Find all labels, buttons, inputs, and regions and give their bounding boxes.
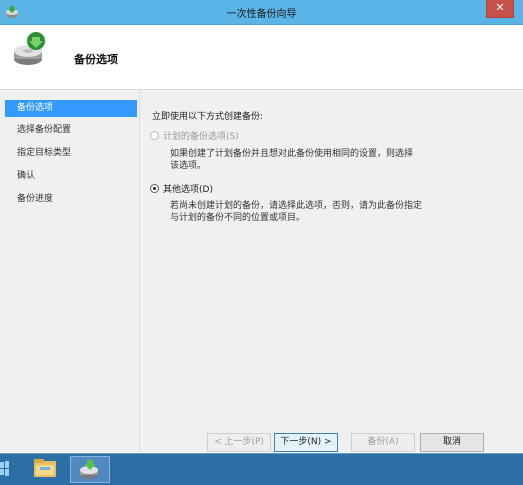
backup-wizard-icon [14,32,45,65]
window-title: 一次性备份向导 [226,9,297,20]
other-options-description: 若尚未创建计划的备份，请选择此选项，否则，请为此备份指定 与计划的备份不同的位置… [170,200,440,224]
taskbar-backup-app[interactable] [70,456,110,483]
description-line: 如果创建了计划备份并且想对此备份使用相同的设置，则选择 [170,149,414,159]
page-title: 备份选项 [74,53,118,66]
wizard-content: 立即使用以下方式创建备份: 计划的备份选项(S) 如果创建了计划备份并且想对此备… [140,90,523,452]
backup-button[interactable]: 备份(A) [351,433,415,452]
scheduled-backup-radio[interactable] [150,130,159,140]
file-explorer-icon [34,459,56,477]
other-options-option[interactable]: 其他选项(D) [150,181,213,195]
cancel-button[interactable]: 取消 [420,433,484,452]
backup-app-icon [80,460,98,479]
other-options-label: 其他选项(D) [163,184,213,195]
title-bar: 一次性备份向导 ✕ [0,0,523,25]
scheduled-backup-option[interactable]: 计划的备份选项(S) [150,128,239,142]
taskbar-file-explorer[interactable] [26,456,66,483]
other-options-radio[interactable] [150,183,159,193]
sidebar-item-destination-type[interactable]: 指定目标类型 [5,145,137,162]
sidebar-item-confirm[interactable]: 确认 [5,168,137,185]
taskbar [0,453,523,485]
description-line: 与计划的备份不同的位置或项目。 [170,213,306,223]
sidebar-item-backup-options[interactable]: 备份选项 [5,100,137,117]
description-line: 若尚未创建计划的备份，请选择此选项，否则，请为此备份指定 [170,201,423,211]
previous-button[interactable]: < 上一步(P) [207,433,271,452]
sidebar-item-select-config[interactable]: 选择备份配置 [5,122,137,139]
scheduled-backup-description: 如果创建了计划备份并且想对此备份使用相同的设置，则选择 该选项。 [170,148,440,172]
sidebar-item-progress[interactable]: 备份进度 [5,191,137,208]
close-button[interactable]: ✕ [486,0,514,18]
options-prompt: 立即使用以下方式创建备份: [152,112,264,122]
wizard-header: 备份选项 [0,25,523,90]
start-icon[interactable] [0,460,9,478]
description-line: 该选项。 [170,161,207,171]
scheduled-backup-label: 计划的备份选项(S) [163,131,239,142]
next-button[interactable]: 下一步(N) > [274,433,338,452]
wizard-steps-sidebar: 备份选项 选择备份配置 指定目标类型 确认 备份进度 [0,90,140,452]
